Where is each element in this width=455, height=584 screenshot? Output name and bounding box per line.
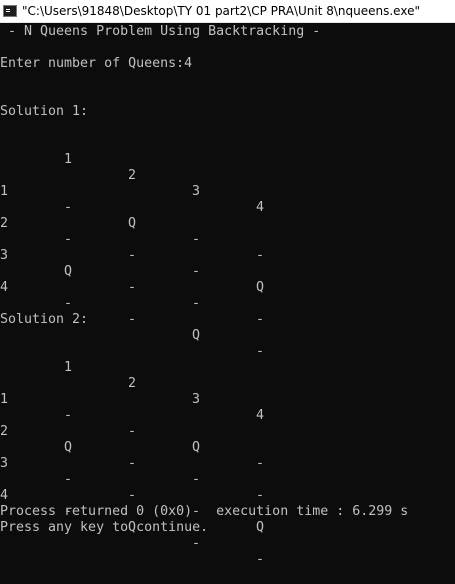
solution-title: Solution 2: bbox=[0, 312, 89, 327]
board-cell: Q bbox=[192, 328, 201, 343]
board-cell: - bbox=[192, 536, 201, 551]
solution-title: Solution 1: bbox=[0, 104, 89, 119]
row-label: 2 bbox=[0, 216, 9, 231]
queens-prompt: Enter number of Queens:4 bbox=[0, 56, 193, 71]
window-title: "C:\Users\91848\Desktop\TY 01 part2\CP P… bbox=[22, 4, 420, 18]
row-label: 2 bbox=[0, 424, 9, 439]
row-label: 1 bbox=[0, 184, 9, 199]
board-cell: - bbox=[256, 552, 265, 567]
console-app-icon bbox=[3, 5, 17, 17]
row-label: 3 bbox=[0, 456, 9, 471]
window-titlebar[interactable]: "C:\Users\91848\Desktop\TY 01 part2\CP P… bbox=[0, 0, 455, 23]
board-cell: - bbox=[64, 296, 73, 311]
console-output[interactable]: - N Queens Problem Using Backtracking - … bbox=[0, 23, 455, 567]
row-label: 1 bbox=[0, 392, 9, 407]
board-cell: - bbox=[128, 312, 137, 327]
continue-prompt: Press any key to continue. bbox=[0, 520, 209, 535]
row-label: 4 bbox=[0, 488, 9, 503]
program-header: - N Queens Problem Using Backtracking - bbox=[0, 24, 321, 39]
process-status-line: Process returned 0 (0x0) execution time … bbox=[0, 504, 409, 519]
row-label: 3 bbox=[0, 248, 9, 263]
column-label: 1 bbox=[64, 360, 73, 375]
row-label: 4 bbox=[0, 280, 9, 295]
column-label: 1 bbox=[64, 152, 73, 167]
